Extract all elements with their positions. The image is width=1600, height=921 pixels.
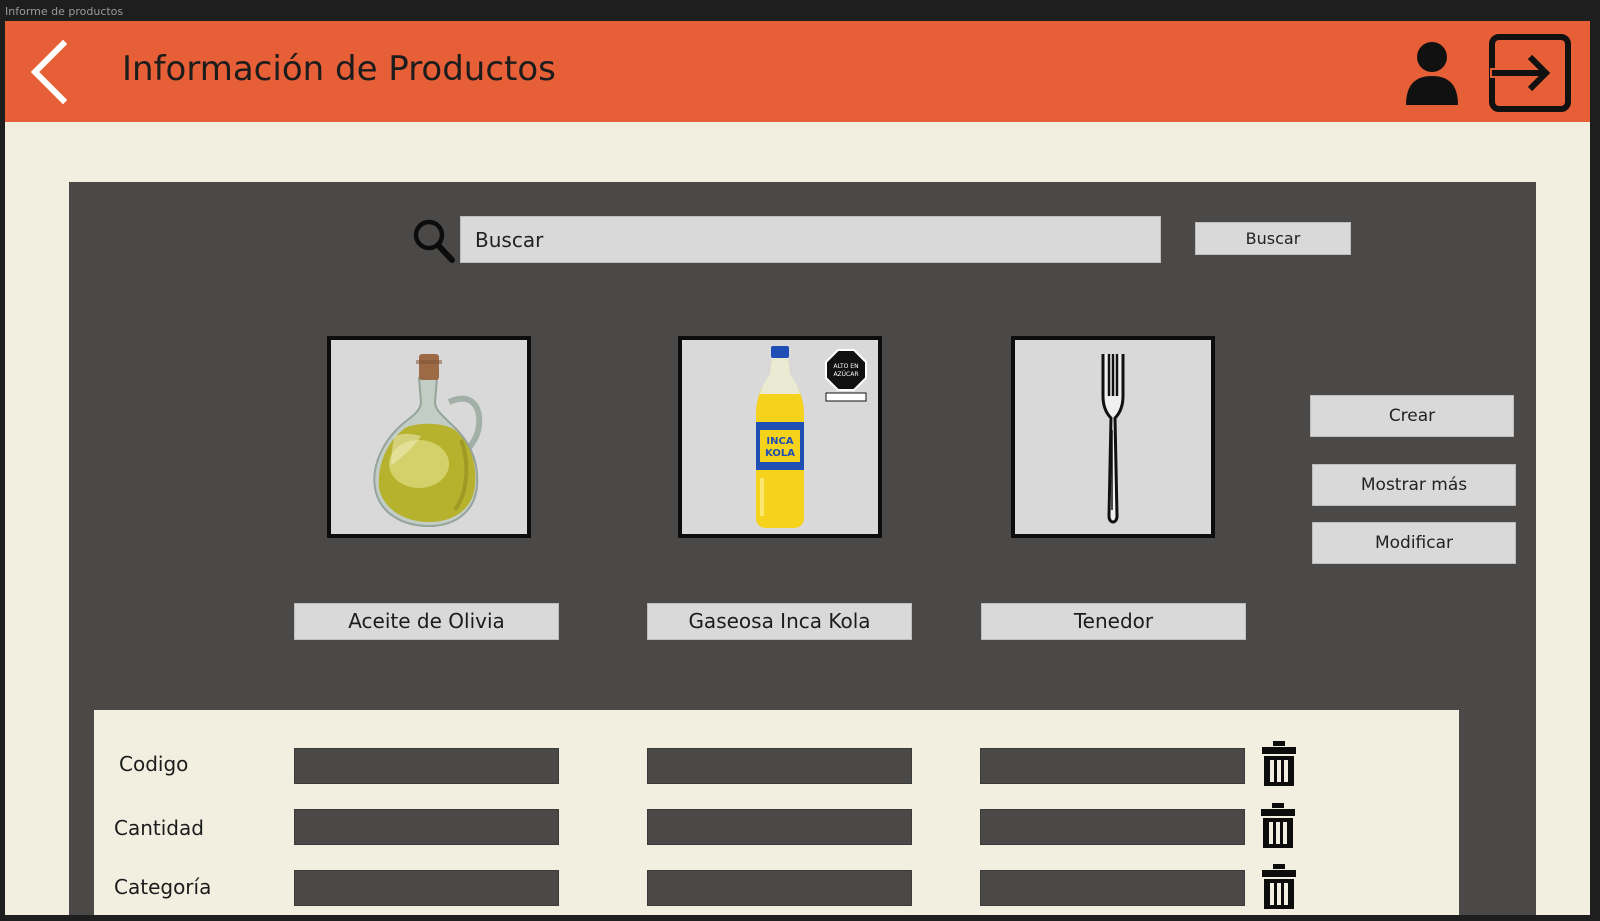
search-input[interactable] (460, 216, 1161, 263)
show-more-button[interactable]: Mostrar más (1312, 464, 1516, 506)
row-label-quantity: Cantidad (114, 816, 204, 840)
fork-image (1101, 354, 1125, 524)
logout-button[interactable] (1488, 33, 1574, 113)
user-profile-button[interactable] (1397, 39, 1467, 111)
trash-icon[interactable] (1259, 802, 1297, 850)
products-panel: Buscar INCA KOLA (69, 182, 1536, 915)
product-image-inca-kola[interactable]: INCA KOLA ALTO EN AZÚCAR (678, 336, 882, 538)
trash-icon[interactable] (1260, 863, 1298, 911)
product-details-panel: Codigo Cantidad Categoría (94, 710, 1459, 915)
modify-button[interactable]: Modificar (1312, 522, 1516, 564)
create-button[interactable]: Crear (1310, 395, 1514, 437)
code-field-inca-kola[interactable] (647, 748, 912, 784)
row-label-category: Categoría (114, 875, 212, 899)
svg-text:KOLA: KOLA (765, 448, 795, 459)
inca-kola-bottle-image: INCA KOLA ALTO EN AZÚCAR (756, 346, 867, 528)
header-bar: Información de Productos (5, 21, 1590, 122)
category-field-fork[interactable] (980, 870, 1245, 906)
code-field-fork[interactable] (980, 748, 1245, 784)
category-field-inca-kola[interactable] (647, 870, 912, 906)
search-button[interactable]: Buscar (1195, 222, 1351, 255)
quantity-field-fork[interactable] (980, 809, 1245, 845)
quantity-field-olive-oil[interactable] (294, 809, 559, 845)
app-frame: Información de Productos Buscar Buscar I… (5, 21, 1590, 915)
svg-text:INCA: INCA (766, 436, 793, 447)
product-image-fork[interactable] (1011, 336, 1215, 538)
window-title: Informe de productos (5, 5, 124, 18)
logout-icon (1489, 34, 1571, 112)
page-title: Información de Productos (122, 49, 556, 89)
trash-icon[interactable] (1260, 740, 1298, 788)
olive-oil-bottle-image (373, 354, 483, 528)
category-field-olive-oil[interactable] (294, 870, 559, 906)
search-icon (413, 219, 455, 263)
back-button[interactable] (27, 39, 77, 105)
product-name-inca-kola[interactable]: Gaseosa Inca Kola (647, 603, 912, 640)
svg-text:ALTO EN: ALTO EN (833, 363, 858, 370)
code-field-olive-oil[interactable] (294, 748, 559, 784)
chevron-left-icon (30, 39, 68, 105)
svg-text:AZÚCAR: AZÚCAR (833, 371, 858, 378)
product-name-olive-oil[interactable]: Aceite de Olivia (294, 603, 559, 640)
product-image-olive-oil[interactable] (327, 336, 531, 538)
product-name-fork[interactable]: Tenedor (981, 603, 1246, 640)
row-label-code: Codigo (119, 752, 189, 776)
quantity-field-inca-kola[interactable] (647, 809, 912, 845)
user-icon (1406, 42, 1458, 105)
